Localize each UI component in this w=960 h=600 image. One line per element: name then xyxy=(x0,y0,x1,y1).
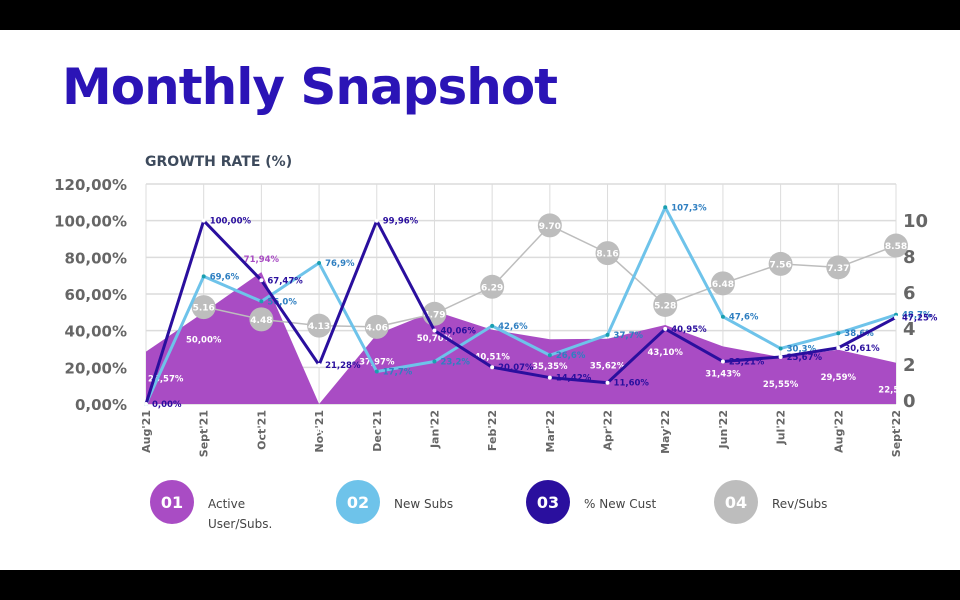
data-point xyxy=(259,299,264,304)
y-left-tick: 100,00% xyxy=(54,213,127,231)
y-left-tick: 0,00% xyxy=(75,396,127,414)
data-point xyxy=(778,346,783,351)
data-label: 76,9% xyxy=(325,259,355,269)
line-rev-subs xyxy=(205,224,897,328)
data-label: 50,00% xyxy=(186,335,222,345)
growth-rate-chart: 0,00%20,00%40,00%60,00%80,00%100,00%120,… xyxy=(54,176,938,457)
data-label: 22,51% xyxy=(878,386,914,396)
data-point xyxy=(605,332,610,337)
x-tick: Aug'22 xyxy=(832,410,845,453)
data-point xyxy=(317,261,322,266)
data-label: 69,6% xyxy=(210,272,240,282)
data-label: 29,59% xyxy=(821,373,857,383)
y-right-tick: 10 xyxy=(903,211,928,232)
data-point xyxy=(547,353,552,358)
bubble-label: 4.48 xyxy=(250,316,272,326)
bubble-label: 5.16 xyxy=(193,304,215,314)
data-label: 0,00% xyxy=(152,400,182,410)
x-tick: Aug'21 xyxy=(140,410,153,453)
data-label: 47,6% xyxy=(729,313,759,323)
y-left-tick: 40,00% xyxy=(65,323,127,341)
x-tick: Sept'21 xyxy=(198,410,211,457)
data-point xyxy=(663,326,668,331)
data-label: 47,25% xyxy=(902,313,938,323)
data-point xyxy=(201,218,206,223)
data-point xyxy=(547,375,552,380)
data-label: 37,97% xyxy=(359,357,395,367)
data-point xyxy=(374,218,379,223)
data-label: 107,3% xyxy=(671,203,707,213)
bubble-label: 7.56 xyxy=(770,260,792,270)
bubble-label: 8.58 xyxy=(885,242,907,252)
data-label: 17,7% xyxy=(383,368,413,378)
data-label: 11,60% xyxy=(614,379,650,389)
bubble-label: 5.28 xyxy=(654,301,676,311)
data-label: 56,0% xyxy=(267,297,297,307)
data-point xyxy=(836,331,841,336)
y-right-tick: 2 xyxy=(903,355,916,376)
data-label: 0,00% xyxy=(304,427,334,437)
data-label: 14,42% xyxy=(556,374,592,384)
x-tick: Jan'22 xyxy=(428,410,441,449)
x-tick: Oct'21 xyxy=(255,410,268,450)
data-point xyxy=(432,328,437,333)
data-point xyxy=(490,365,495,370)
data-point xyxy=(894,315,898,320)
data-label: 100,00% xyxy=(210,217,252,227)
bubble-label: 4.13 xyxy=(308,322,330,332)
data-label: 20,07% xyxy=(498,363,534,373)
y-left-tick: 120,00% xyxy=(54,176,127,194)
x-tick: Apr'22 xyxy=(602,410,615,451)
data-label: 99,96% xyxy=(383,217,419,227)
x-tick: Jul'22 xyxy=(775,410,788,445)
bubble-label: 6.29 xyxy=(481,283,503,293)
x-tick: Jun'22 xyxy=(717,410,730,449)
x-tick: May'22 xyxy=(659,410,672,454)
data-point xyxy=(432,359,437,364)
x-tick: Mar'22 xyxy=(544,410,557,452)
data-label: 42,6% xyxy=(498,322,528,332)
data-point xyxy=(720,314,725,319)
bubble-label: 9.70 xyxy=(539,222,561,232)
data-label: 23,2% xyxy=(440,357,470,367)
data-label: 43,10% xyxy=(648,348,684,358)
x-tick: Dec'21 xyxy=(371,410,384,452)
x-tick: Feb'22 xyxy=(486,410,499,451)
bubble-label: 6.48 xyxy=(712,280,734,290)
data-point xyxy=(836,345,841,350)
data-label: 40,06% xyxy=(440,327,476,337)
data-point xyxy=(605,380,610,385)
x-tick: Sept'22 xyxy=(890,410,903,457)
data-point xyxy=(374,369,379,374)
data-label: 25,55% xyxy=(763,380,799,390)
data-label: 26,6% xyxy=(556,351,586,361)
data-label: 30,61% xyxy=(844,344,880,354)
y-left-tick: 80,00% xyxy=(65,249,127,267)
y-left-tick: 60,00% xyxy=(65,286,127,304)
data-point xyxy=(144,402,148,406)
data-point xyxy=(778,354,783,359)
data-point xyxy=(259,278,264,283)
y-right-tick: 6 xyxy=(903,283,916,304)
data-label: 67,47% xyxy=(267,276,303,286)
data-point xyxy=(201,274,206,279)
data-label: 25,67% xyxy=(787,353,823,363)
data-label: 23,21% xyxy=(729,357,765,367)
data-label: 40,95% xyxy=(671,325,707,335)
bubble-label: 8.16 xyxy=(596,250,618,260)
y-left-tick: 20,00% xyxy=(65,359,127,377)
data-label: 21,28% xyxy=(325,361,361,371)
data-label: 71,94% xyxy=(244,255,280,265)
bubble-label: 4.06 xyxy=(366,323,388,333)
data-label: 31,43% xyxy=(705,369,741,379)
data-point xyxy=(720,359,725,364)
data-label: 37,7% xyxy=(614,331,644,341)
data-point xyxy=(663,205,668,210)
data-point xyxy=(317,362,322,367)
data-label: 35,35% xyxy=(532,362,568,372)
bubble-label: 7.37 xyxy=(827,264,849,274)
data-point xyxy=(490,323,495,328)
